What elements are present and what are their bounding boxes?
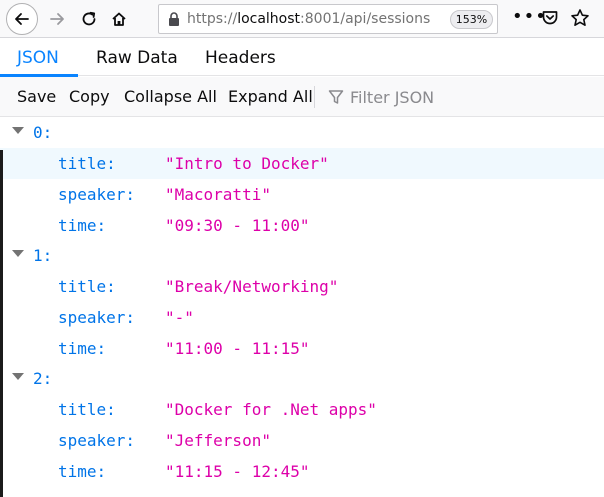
back-button[interactable] [6,3,38,35]
bookmark-star-icon[interactable] [570,8,590,28]
tree-row-index[interactable]: 0: [0,117,604,148]
json-value: "Break/Networking" [165,277,339,296]
tree-row[interactable]: title: "Intro to Docker" [0,148,604,179]
tab-headers[interactable]: Headers [205,38,276,76]
json-value: "Docker for .Net apps" [165,400,377,419]
json-toolbar: Save Copy Collapse All Expand All [0,77,604,117]
reload-icon [82,11,96,26]
lock-icon [169,12,179,26]
json-key: speaker: [58,308,136,327]
toolbar-divider [314,86,315,108]
home-button[interactable] [104,4,134,34]
json-key: time: [58,216,107,235]
filter-icon [328,90,344,104]
tree-row[interactable]: time: "09:30 - 11:00" [0,210,604,241]
array-index: 2: [33,369,53,388]
filter-json-input[interactable] [348,85,588,109]
json-value: "Jefferson" [165,431,271,450]
tree-row[interactable]: speaker: "-" [0,302,604,333]
url-bar[interactable]: https://localhost:8001/api/sessions 153% [158,4,498,34]
save-button[interactable]: Save [17,87,56,106]
json-value: "11:15 - 12:45" [165,462,310,481]
pocket-icon[interactable] [541,9,559,27]
window-edge [0,150,3,497]
array-index: 1: [33,246,53,265]
copy-button[interactable]: Copy [69,87,110,106]
expand-arrow-icon[interactable] [12,250,24,257]
tree-row[interactable]: speaker: "Macoratti" [0,179,604,210]
url-text[interactable]: https://localhost:8001/api/sessions [187,11,430,27]
home-icon [112,12,126,26]
json-key: time: [58,339,107,358]
browser-toolbar: https://localhost:8001/api/sessions 153%… [0,0,604,38]
tree-row[interactable]: title: "Docker for .Net apps" [0,394,604,425]
json-value: "Intro to Docker" [165,154,329,173]
arrow-left-icon [15,13,29,25]
json-value: "11:00 - 11:15" [165,339,310,358]
expand-arrow-icon[interactable] [12,373,24,380]
page-actions-more-icon[interactable]: ••• [512,8,546,28]
url-host: localhost [237,11,301,27]
tree-row-index[interactable]: 2: [0,363,604,394]
json-key: speaker: [58,431,136,450]
json-tree: 0: title: "Intro to Docker" speaker: "Ma… [0,117,604,497]
tree-row-index[interactable]: 1: [0,240,604,271]
tree-row[interactable]: title: "Break/Networking" [0,271,604,302]
expand-all-button[interactable]: Expand All [228,87,313,106]
json-key: time: [58,462,107,481]
json-key: title: [58,400,116,419]
json-key: title: [58,154,116,173]
array-index: 0: [33,123,53,142]
forward-button[interactable] [42,4,72,34]
json-value: "09:30 - 11:00" [165,216,310,235]
json-value: "-" [165,308,194,327]
json-viewer-tabs: JSON Raw Data Headers [0,38,604,77]
url-scheme: https:// [187,11,238,27]
json-key: speaker: [58,185,136,204]
expand-arrow-icon[interactable] [12,127,24,134]
tab-json[interactable]: JSON [17,38,59,76]
json-value: "Macoratti" [165,185,271,204]
arrow-right-icon [50,13,64,25]
tab-raw-data[interactable]: Raw Data [96,38,178,76]
tree-row[interactable]: speaker: "Jefferson" [0,425,604,456]
tree-row[interactable]: time: "11:00 - 11:15" [0,333,604,364]
reload-button[interactable] [74,4,104,34]
url-path: :8001/api/sessions [300,11,431,27]
json-key: title: [58,277,116,296]
collapse-all-button[interactable]: Collapse All [124,87,217,106]
zoom-level-badge[interactable]: 153% [450,10,493,29]
tree-row[interactable]: time: "11:15 - 12:45" [0,456,604,487]
